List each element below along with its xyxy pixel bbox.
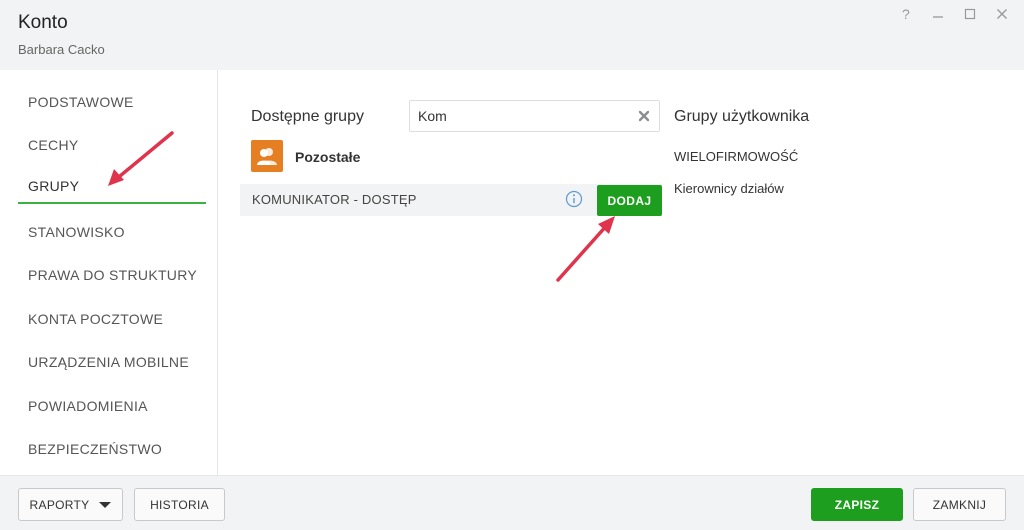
close-button[interactable]: ZAMKNIJ [913, 488, 1006, 521]
sidebar-item-bezpieczenstwo[interactable]: BEZPIECZEŃSTWO [18, 431, 206, 467]
info-icon[interactable] [565, 190, 583, 208]
sidebar-item-konta-pocztowe[interactable]: KONTA POCZTOWE [18, 301, 206, 337]
dialog-title: Konto [18, 12, 68, 33]
svg-text:?: ? [902, 7, 910, 21]
users-icon [251, 140, 283, 172]
user-group-item: Kierownicy działów [674, 181, 784, 196]
sidebar-item-powiadomienia[interactable]: POWIADOMIENIA [18, 388, 206, 424]
history-button[interactable]: HISTORIA [134, 488, 225, 521]
close-icon[interactable] [986, 4, 1018, 24]
user-groups-label: Grupy użytkownika [674, 108, 810, 125]
help-icon[interactable]: ? [890, 4, 922, 24]
save-button[interactable]: ZAPISZ [811, 488, 903, 521]
window-controls: ? [890, 4, 1018, 24]
add-group-button[interactable]: DODAJ [597, 185, 662, 216]
maximize-icon[interactable] [954, 4, 986, 24]
available-group-row: KOMUNIKATOR - DOSTĘP DODAJ [240, 184, 662, 216]
user-group-item: WIELOFIRMOWOŚĆ [674, 149, 799, 164]
sidebar-nav: PODSTAWOWE CECHY GRUPY STANOWISKO PRAWA … [0, 70, 218, 475]
account-dialog: Konto Barbara Cacko ? PODSTAWOWE CECHY G… [0, 0, 1024, 530]
dialog-header: Konto Barbara Cacko ? [0, 0, 1024, 70]
sidebar-item-stanowisko[interactable]: STANOWISKO [18, 214, 206, 250]
dialog-footer: RAPORTY HISTORIA ZAPISZ ZAMKNIJ [0, 475, 1024, 530]
available-group-label: KOMUNIKATOR - DOSTĘP [252, 192, 417, 207]
dialog-subtitle: Barbara Cacko [18, 42, 105, 57]
sidebar-item-grupy[interactable]: GRUPY [18, 168, 206, 204]
group-category-title: Pozostałe [295, 149, 361, 165]
sidebar-item-podstawowe[interactable]: PODSTAWOWE [18, 84, 206, 120]
reports-label: RAPORTY [29, 497, 90, 512]
sidebar-item-cechy[interactable]: CECHY [18, 127, 206, 163]
group-search-input[interactable] [418, 101, 628, 131]
sidebar-item-urzadzenia-mobilne[interactable]: URZĄDZENIA MOBILNE [18, 344, 206, 380]
groups-panel: Dostępne grupy Grupy użytkownika Pozosta… [219, 70, 1024, 475]
available-groups-label: Dostępne grupy [251, 108, 364, 125]
caret-down-icon [99, 501, 112, 508]
group-search [409, 100, 660, 132]
sidebar-item-prawa-do-struktury[interactable]: PRAWA DO STRUKTURY [18, 257, 206, 293]
clear-icon[interactable] [637, 109, 651, 123]
reports-dropdown-button[interactable]: RAPORTY [18, 488, 123, 521]
minimize-icon[interactable] [922, 4, 954, 24]
